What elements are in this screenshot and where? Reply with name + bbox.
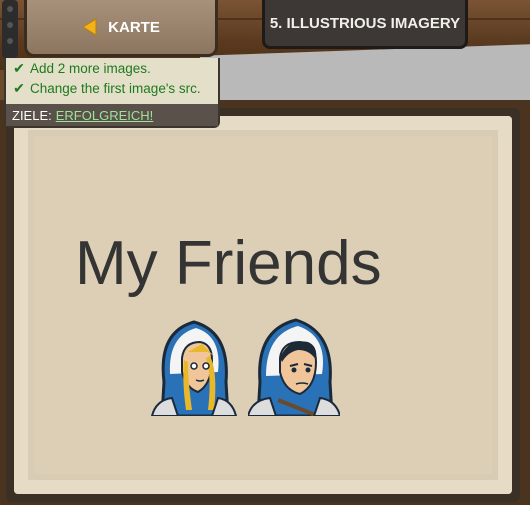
goal-item: ✔ Add 2 more images.: [6, 58, 218, 78]
friend-image-2: [248, 312, 340, 416]
friend-image-1: [148, 312, 240, 416]
checkmark-icon: ✔: [13, 59, 25, 76]
page-heading: My Friends: [75, 229, 382, 298]
goals-status-link[interactable]: ERFOLGREICH!: [56, 108, 154, 123]
chain-decoration: [2, 0, 18, 58]
goal-label: Add 2 more images.: [30, 60, 151, 76]
checkmark-icon: ✔: [13, 79, 25, 96]
goal-item: ✔ Change the first image's src.: [6, 78, 218, 98]
goals-footer-label: ZIELE:: [12, 107, 52, 123]
back-arrow-icon: [82, 18, 98, 36]
goal-label: Change the first image's src.: [30, 80, 201, 96]
level-title: 5. ILLUSTRIOUS IMAGERY: [262, 0, 468, 49]
back-button-label: KARTE: [108, 18, 160, 36]
goals-footer: ZIELE: ERFOLGREICH!: [6, 104, 218, 126]
goals-panel: ✔ Add 2 more images. ✔ Change the first …: [4, 58, 220, 128]
back-to-map-button[interactable]: KARTE: [24, 0, 218, 57]
parchment-content-area: [34, 136, 492, 474]
